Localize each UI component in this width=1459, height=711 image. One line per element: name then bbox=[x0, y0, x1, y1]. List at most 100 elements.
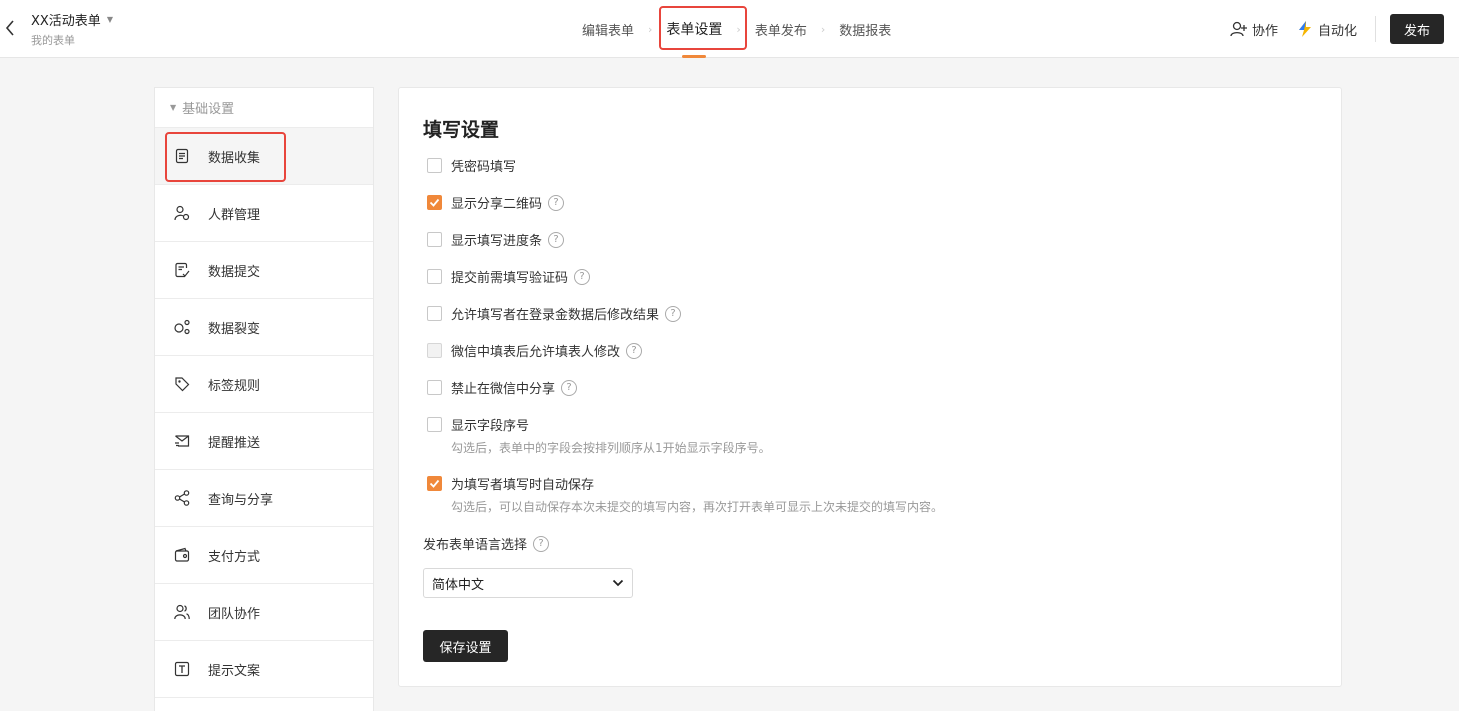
language-select-value: 简体中文 bbox=[432, 577, 485, 593]
sidebar-item-label: 数据提交 bbox=[208, 264, 261, 280]
fill-settings-panel: 填写设置 凭密码填写 显示分享二维码 ? 显示填写进度条 ? 提交前需填写验证码… bbox=[398, 87, 1342, 687]
step-form-publish[interactable]: 表单发布 bbox=[741, 0, 821, 58]
form-title-text: XX活动表单 bbox=[31, 14, 101, 29]
option-label: 为填写者填写时自动保存 bbox=[451, 478, 595, 493]
option-progress-bar[interactable]: 显示填写进度条 ? bbox=[427, 230, 565, 249]
option-autosave[interactable]: 为填写者填写时自动保存 bbox=[427, 474, 594, 493]
option-captcha[interactable]: 提交前需填写验证码 ? bbox=[427, 267, 591, 286]
sidebar-item-tag-rules[interactable]: 标签规则 bbox=[155, 356, 373, 413]
settings-sidebar: ▼ 基础设置 数据收集 人群管理 数据提交 数据裂变 标签规则 提醒推送 查询与… bbox=[154, 87, 374, 711]
sidebar-item-label: 数据收集 bbox=[208, 150, 261, 166]
checkbox-field-numbers[interactable] bbox=[427, 417, 442, 432]
lightning-icon bbox=[1298, 21, 1311, 37]
option-label: 显示分享二维码 bbox=[451, 197, 543, 212]
top-header: XX活动表单 ▼ 我的表单 编辑表单 › 表单设置 › 表单发布 › 数据报表 … bbox=[0, 0, 1459, 58]
help-icon[interactable]: ? bbox=[533, 535, 550, 552]
option-description: 勾选后，可以自动保存本次未提交的填写内容，再次打开表单可显示上次未提交的填写内容… bbox=[451, 500, 944, 514]
sidebar-item-label: 团队协作 bbox=[208, 606, 261, 622]
help-icon[interactable]: ? bbox=[626, 342, 643, 359]
add-user-icon bbox=[1230, 21, 1247, 37]
header-actions: 协作 自动化 发布 bbox=[1230, 0, 1459, 58]
sidebar-item-label: 支付方式 bbox=[208, 549, 261, 565]
sidebar-item-data-collection[interactable]: 数据收集 bbox=[155, 128, 373, 185]
option-label: 凭密码填写 bbox=[451, 160, 517, 175]
option-label: 允许填写者在登录金数据后修改结果 bbox=[451, 308, 660, 323]
check-icon bbox=[429, 198, 440, 207]
checkbox-autosave[interactable] bbox=[427, 476, 442, 491]
sidebar-item-data-submit[interactable]: 数据提交 bbox=[155, 242, 373, 299]
help-icon[interactable]: ? bbox=[665, 305, 682, 322]
automate-button[interactable]: 自动化 bbox=[1296, 20, 1357, 39]
checkbox-wechat-edit[interactable] bbox=[427, 343, 442, 358]
back-icon[interactable] bbox=[2, 18, 18, 38]
document-icon bbox=[173, 147, 191, 165]
help-icon[interactable]: ? bbox=[548, 231, 565, 248]
sidebar-item-reminder-push[interactable]: 提醒推送 bbox=[155, 413, 373, 470]
sidebar-item-label: 人群管理 bbox=[208, 207, 261, 223]
collaborate-button[interactable]: 协作 bbox=[1230, 20, 1278, 39]
checkbox-share-qrcode[interactable] bbox=[427, 195, 442, 210]
help-icon[interactable]: ? bbox=[574, 268, 591, 285]
option-label: 显示字段序号 bbox=[451, 419, 530, 434]
team-icon bbox=[173, 603, 191, 621]
share-icon bbox=[173, 489, 191, 507]
sidebar-item-label: 数据裂变 bbox=[208, 321, 261, 337]
step-edit-form[interactable]: 编辑表单 bbox=[568, 0, 648, 58]
form-title[interactable]: XX活动表单 ▼ bbox=[31, 10, 113, 29]
chevron-down-icon bbox=[612, 579, 624, 587]
publish-button[interactable]: 发布 bbox=[1390, 14, 1444, 44]
option-label: 提交前需填写验证码 bbox=[451, 271, 569, 286]
checkbox-progress-bar[interactable] bbox=[427, 232, 442, 247]
option-disable-wechat-share[interactable]: 禁止在微信中分享 ? bbox=[427, 378, 578, 397]
caret-down-icon: ▼ bbox=[106, 15, 113, 24]
sidebar-group-label: 基础设置 bbox=[182, 102, 235, 117]
send-message-icon bbox=[173, 432, 191, 450]
option-label: 显示填写进度条 bbox=[451, 234, 543, 249]
header-divider bbox=[1375, 16, 1376, 42]
option-label: 禁止在微信中分享 bbox=[451, 382, 556, 397]
option-field-numbers[interactable]: 显示字段序号 bbox=[427, 415, 529, 434]
checkbox-edit-after-login[interactable] bbox=[427, 306, 442, 321]
step-form-settings[interactable]: 表单设置 bbox=[652, 0, 736, 58]
collaborate-label: 协作 bbox=[1251, 23, 1278, 39]
language-label-text: 发布表单语言选择 bbox=[423, 538, 528, 553]
step-data-report[interactable]: 数据报表 bbox=[825, 0, 905, 58]
option-wechat-edit[interactable]: 微信中填表后允许填表人修改 ? bbox=[427, 341, 643, 360]
checkbox-captcha[interactable] bbox=[427, 269, 442, 284]
sidebar-item-data-fission[interactable]: 数据裂变 bbox=[155, 299, 373, 356]
wallet-icon bbox=[173, 546, 191, 564]
sidebar-item-label: 提示文案 bbox=[208, 663, 261, 679]
option-description: 勾选后，表单中的字段会按排列顺序从1开始显示字段序号。 bbox=[451, 441, 771, 455]
document-edit-icon bbox=[173, 261, 191, 279]
tag-icon bbox=[173, 375, 191, 393]
help-icon[interactable]: ? bbox=[548, 194, 565, 211]
save-settings-button[interactable]: 保存设置 bbox=[423, 630, 508, 662]
step-nav: 编辑表单 › 表单设置 › 表单发布 › 数据报表 bbox=[568, 0, 905, 58]
text-box-icon bbox=[173, 660, 191, 678]
option-label: 微信中填表后允许填表人修改 bbox=[451, 345, 621, 360]
option-share-qrcode[interactable]: 显示分享二维码 ? bbox=[427, 193, 565, 212]
sidebar-item-label: 提醒推送 bbox=[208, 435, 261, 451]
form-subtitle[interactable]: 我的表单 bbox=[31, 32, 75, 48]
sidebar-item-crowd-management[interactable]: 人群管理 bbox=[155, 185, 373, 242]
sidebar-group-basic[interactable]: ▼ 基础设置 bbox=[155, 88, 373, 128]
sidebar-item-prompt-text[interactable]: 提示文案 bbox=[155, 641, 373, 698]
sidebar-item-label: 查询与分享 bbox=[208, 492, 274, 508]
user-settings-icon bbox=[173, 204, 191, 222]
checkbox-password-fill[interactable] bbox=[427, 158, 442, 173]
option-edit-after-login[interactable]: 允许填写者在登录金数据后修改结果 ? bbox=[427, 304, 682, 323]
panel-title: 填写设置 bbox=[423, 119, 500, 141]
option-password-fill[interactable]: 凭密码填写 bbox=[427, 156, 516, 175]
language-label: 发布表单语言选择 ? bbox=[423, 534, 550, 553]
sidebar-item-query-share[interactable]: 查询与分享 bbox=[155, 470, 373, 527]
checkbox-disable-wechat-share[interactable] bbox=[427, 380, 442, 395]
nodes-icon bbox=[173, 318, 191, 336]
sidebar-item-payment[interactable]: 支付方式 bbox=[155, 527, 373, 584]
caret-down-icon: ▼ bbox=[170, 103, 177, 112]
check-icon bbox=[429, 479, 440, 488]
automate-label: 自动化 bbox=[1317, 23, 1357, 39]
help-icon[interactable]: ? bbox=[561, 379, 578, 396]
sidebar-item-label: 标签规则 bbox=[208, 378, 261, 394]
sidebar-item-team-collaboration[interactable]: 团队协作 bbox=[155, 584, 373, 641]
language-select[interactable]: 简体中文 bbox=[423, 568, 633, 598]
